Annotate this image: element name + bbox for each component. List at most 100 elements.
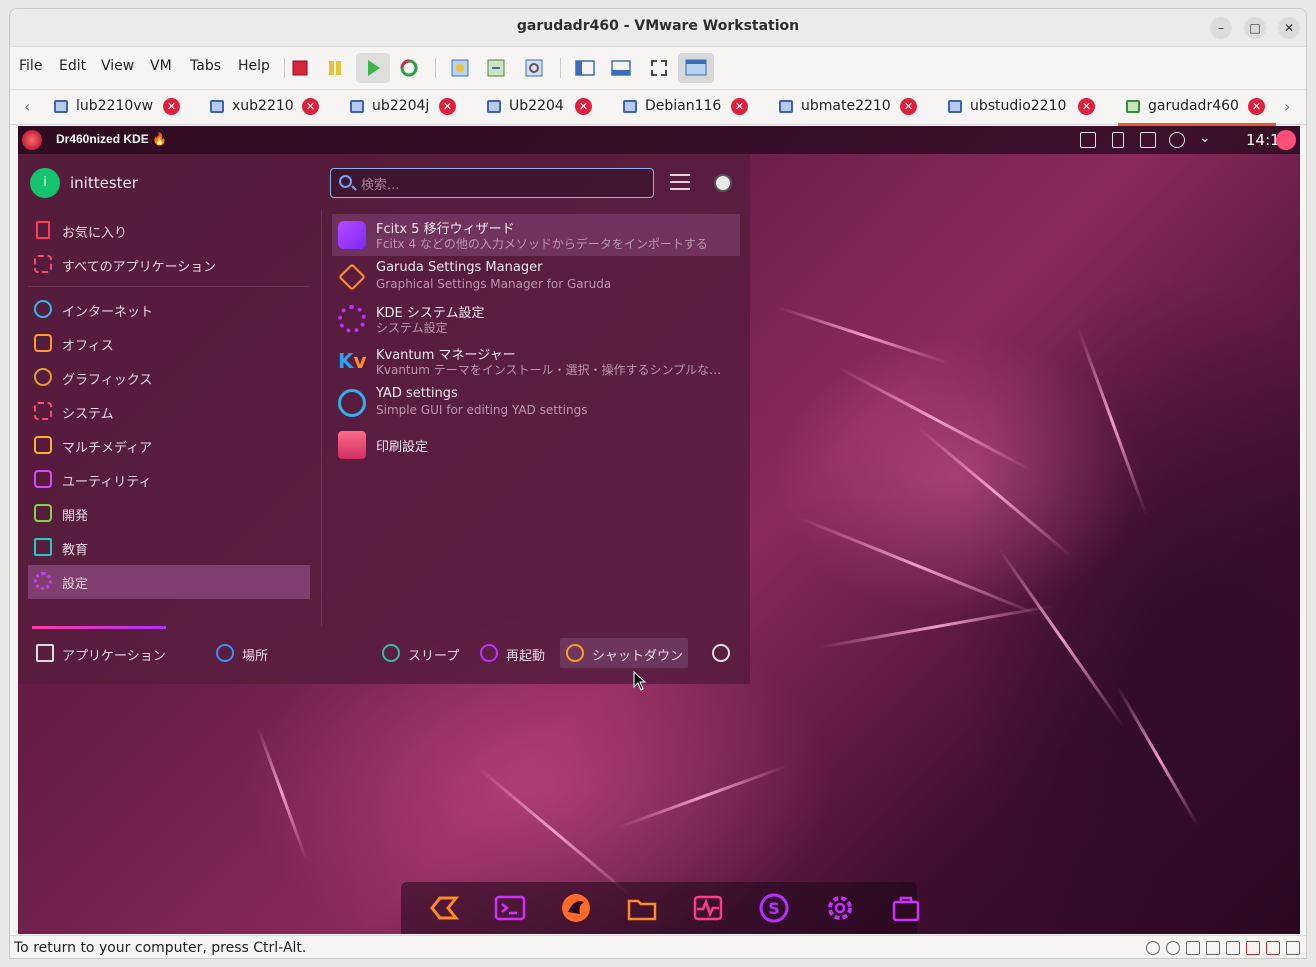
user-switcher-icon[interactable] xyxy=(1276,130,1296,150)
close-tab-icon[interactable]: ✕ xyxy=(163,98,180,115)
app-description: Simple GUI for editing YAD settings xyxy=(376,403,588,417)
app-garuda-settings-manager[interactable]: Garuda Settings Manager Graphical Settin… xyxy=(332,256,740,298)
message-log-icon[interactable] xyxy=(1286,941,1300,955)
snapshot-manager-icon[interactable] xyxy=(521,55,547,81)
tab-label: Ub2204 xyxy=(509,98,564,114)
places-tab[interactable]: 場所 xyxy=(216,638,296,668)
keyboard-icon xyxy=(338,221,366,249)
category-settings[interactable]: 設定 xyxy=(28,565,310,599)
hdd-status-icon[interactable] xyxy=(1146,941,1160,955)
close-tab-icon[interactable]: ✕ xyxy=(302,98,319,115)
menu-tabs[interactable]: Tabs xyxy=(190,58,221,74)
close-tab-icon[interactable]: ✕ xyxy=(731,98,748,115)
category-multimedia[interactable]: マルチメディア xyxy=(28,429,310,463)
power-on-icon[interactable] xyxy=(356,53,390,83)
search-input[interactable]: 検索... xyxy=(330,168,654,198)
activity-icon[interactable] xyxy=(692,892,724,924)
vm-tab-bar: ‹ lub2210vw ✕ xub2210 ✕ ub2204j ✕ Ub2204… xyxy=(10,89,1306,126)
category-education[interactable]: 教育 xyxy=(28,531,310,565)
leave-button[interactable] xyxy=(712,638,736,668)
category-system[interactable]: システム xyxy=(28,395,310,429)
app-print-settings[interactable]: 印刷設定 xyxy=(332,424,740,466)
app-yad-settings[interactable]: YAD settings Simple GUI for editing YAD … xyxy=(332,382,740,424)
category-internet[interactable]: インターネット xyxy=(28,293,310,327)
app-kvantum-manager[interactable]: Kv Kvantum マネージャー Kvantum テーマをインストール・選択・… xyxy=(332,340,740,382)
power-off-icon[interactable] xyxy=(287,55,313,81)
close-tab-icon[interactable]: ✕ xyxy=(900,98,917,115)
configure-icon[interactable] xyxy=(670,174,690,190)
files-icon[interactable] xyxy=(626,892,658,924)
close-tab-icon[interactable]: ✕ xyxy=(1248,98,1265,115)
menu-file[interactable]: File xyxy=(19,58,42,74)
restart-button[interactable]: 再起動 xyxy=(480,638,556,668)
category-label: マルチメディア xyxy=(62,441,153,456)
keyboard-tray-icon[interactable] xyxy=(1080,132,1096,148)
close-tab-icon[interactable]: ✕ xyxy=(439,98,456,115)
wallpaper-streak xyxy=(1116,686,1200,827)
category-label: 開発 xyxy=(62,509,89,524)
close-window-button[interactable]: ✕ xyxy=(1278,17,1300,39)
utility-icon xyxy=(34,470,52,488)
thumbnail-bar-icon[interactable] xyxy=(608,55,634,81)
volume-tray-icon[interactable] xyxy=(1169,132,1185,148)
panel-divider xyxy=(321,210,322,626)
category-development[interactable]: 開発 xyxy=(28,497,310,531)
unity-icon[interactable] xyxy=(678,53,714,83)
garuda-logo-icon[interactable] xyxy=(22,130,42,150)
category-all-applications[interactable]: すべてのアプリケーション xyxy=(28,248,310,282)
category-office[interactable]: オフィス xyxy=(28,327,310,361)
category-utility[interactable]: ユーティリティ xyxy=(28,463,310,497)
reset-icon[interactable] xyxy=(396,55,422,81)
library-icon[interactable] xyxy=(572,55,598,81)
network-tray-icon[interactable] xyxy=(1140,132,1156,148)
close-tab-icon[interactable]: ✕ xyxy=(575,98,592,115)
pin-toggle-icon[interactable] xyxy=(714,174,732,192)
menu-vm[interactable]: VM xyxy=(150,58,172,74)
revert-snapshot-icon[interactable] xyxy=(483,55,509,81)
display-status-icon[interactable] xyxy=(1266,941,1280,955)
avatar[interactable]: i xyxy=(30,168,60,198)
app-fcitx5-migrator[interactable]: Fcitx 5 移行ウィザード Fcitx 4 などの他の入力メソッドからデータ… xyxy=(332,214,740,256)
category-favorites[interactable]: お気に入り xyxy=(28,214,310,248)
store-icon[interactable] xyxy=(890,892,922,924)
suspend-icon[interactable] xyxy=(322,55,348,81)
usb-tray-icon[interactable] xyxy=(1112,132,1124,148)
fullscreen-icon[interactable] xyxy=(646,55,672,81)
menu-view[interactable]: View xyxy=(101,58,134,74)
footer-label: スリープ xyxy=(408,649,460,664)
status-bar: To return to your computer, press Ctrl-A… xyxy=(10,935,1306,958)
usb-status-icon[interactable] xyxy=(1246,941,1260,955)
wallpaper-streak xyxy=(797,516,1040,617)
tab-scroll-left-icon[interactable]: ‹ xyxy=(24,97,30,116)
s-icon[interactable]: S xyxy=(758,892,790,924)
footer-label: シャットダウン xyxy=(592,649,684,664)
dragon-icon[interactable] xyxy=(560,892,592,924)
toolbar-separator xyxy=(435,58,436,78)
tray-expand-icon[interactable]: ⌄ xyxy=(1199,130,1211,146)
wallpaper-streak xyxy=(777,306,950,365)
applications-tab[interactable]: アプリケーション xyxy=(36,638,186,668)
vm-icon xyxy=(54,100,68,113)
gear-icon[interactable] xyxy=(824,892,856,924)
terminal-icon[interactable] xyxy=(494,892,526,924)
close-tab-icon[interactable]: ✕ xyxy=(1078,98,1095,115)
garuda-icon[interactable] xyxy=(428,892,460,924)
maximize-button[interactable]: □ xyxy=(1244,17,1266,39)
menu-edit[interactable]: Edit xyxy=(59,58,86,74)
guest-desktop[interactable]: Dr460nized KDE 🔥 ⌄ 14:19 i inittester 検索… xyxy=(18,126,1300,934)
app-kde-system-settings[interactable]: KDE システム設定 システム設定 xyxy=(332,298,740,340)
sound-status-icon[interactable] xyxy=(1226,941,1240,955)
network-status-icon[interactable] xyxy=(1186,941,1200,955)
category-graphics[interactable]: グラフィックス xyxy=(28,361,310,395)
printer-status-icon[interactable] xyxy=(1206,941,1220,955)
tab-label: xub2210 xyxy=(232,98,294,114)
vm-icon xyxy=(779,100,793,113)
minimize-button[interactable]: – xyxy=(1210,17,1232,39)
logout-icon xyxy=(712,644,730,662)
sleep-button[interactable]: スリープ xyxy=(382,638,472,668)
tab-scroll-right-icon[interactable]: › xyxy=(1284,97,1290,116)
snapshot-icon[interactable] xyxy=(447,55,473,81)
shutdown-button[interactable]: シャットダウン xyxy=(560,638,688,668)
cd-status-icon[interactable] xyxy=(1166,941,1180,955)
menu-help[interactable]: Help xyxy=(238,58,270,74)
